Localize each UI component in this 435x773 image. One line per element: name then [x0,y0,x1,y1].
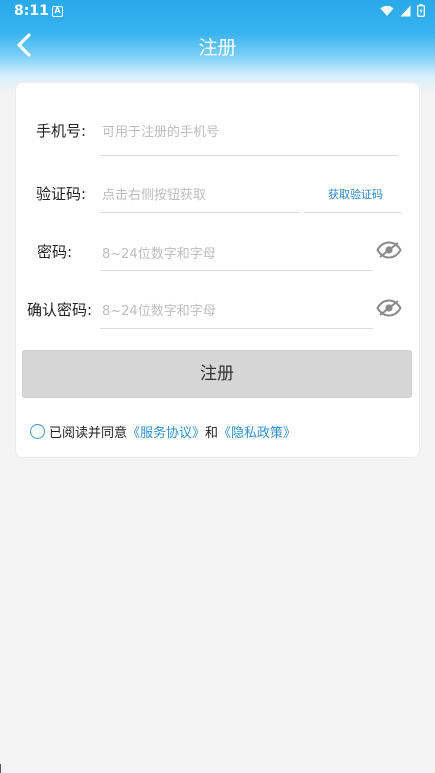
privacy-policy-link[interactable]: 《隐私政策》 [218,422,296,441]
phone-input[interactable]: 可用于注册的手机号 [102,121,219,140]
get-code-button[interactable]: 获取验证码 [328,186,383,202]
status-bar: 8:11 A [0,0,435,24]
signal-icon [400,5,411,16]
code-button-underline [304,212,402,213]
register-button[interactable]: 注册 [22,350,412,398]
confirm-password-input[interactable]: 8~24位数字和字母 [102,300,216,319]
agreement-checkbox[interactable] [30,424,45,439]
password-label: 密码: [36,243,72,261]
page-title: 注册 [198,37,237,59]
password-input[interactable]: 8~24位数字和字母 [102,243,216,262]
confirm-password-underline [100,328,373,329]
confirm-password-label: 确认密码: [26,301,92,319]
code-underline [100,212,300,213]
code-input[interactable]: 点击右侧按钮获取 [102,184,206,203]
service-agreement-link[interactable]: 《服务协议》 [127,422,205,441]
agreement-and: 和 [205,426,219,441]
wifi-icon [380,5,394,16]
edge-mark [0,764,3,773]
status-icons [380,4,425,17]
agreement-row: 已阅读并同意 《服务协议》 和 《隐私政策》 [30,422,296,441]
battery-icon [417,4,425,17]
agreement-prefix: 已阅读并同意 [49,426,128,441]
phone-label: 手机号: [35,122,86,140]
eye-off-icon[interactable] [376,241,402,259]
code-label: 验证码: [35,185,86,203]
eye-off-icon[interactable] [376,299,402,317]
notification-icon: A [52,6,63,17]
phone-underline [100,155,398,156]
password-underline [100,270,373,271]
status-time: 8:11 [14,3,49,19]
